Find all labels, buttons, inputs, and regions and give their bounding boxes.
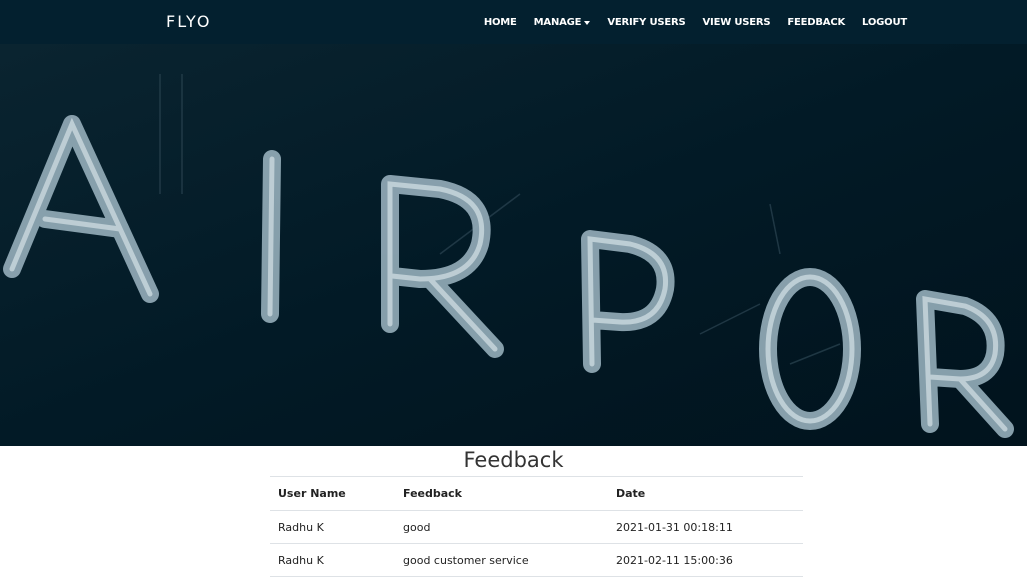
feedback-table: User Name Feedback Date Radhu K good 202… [270, 476, 803, 577]
nav-manage[interactable]: MANAGE [534, 17, 591, 28]
table-header-row: User Name Feedback Date [270, 476, 803, 511]
cell-feedback: good customer service [395, 543, 608, 577]
feedback-section: Feedback User Name Feedback Date Radhu K… [0, 446, 1027, 580]
cell-user-name: Radhu K [270, 543, 395, 577]
nav-view-users[interactable]: VIEW USERS [703, 17, 771, 28]
cell-user-name: Radhu K [270, 510, 395, 544]
airport-sign-image [0, 44, 1027, 446]
brand-logo[interactable]: FLYO [166, 12, 211, 31]
page-title: Feedback [463, 448, 564, 472]
main-nav: HOME MANAGE VERIFY USERS VIEW USERS FEED… [484, 0, 907, 44]
nav-feedback[interactable]: FEEDBACK [787, 17, 845, 28]
top-navbar: FLYO HOME MANAGE VERIFY USERS VIEW USERS… [0, 0, 1027, 45]
nav-home[interactable]: HOME [484, 17, 517, 28]
column-header-date: Date [608, 476, 803, 511]
hero-banner-image [0, 44, 1027, 446]
table-row: Radhu K good customer service 2021-02-11… [270, 543, 803, 577]
table-row: Radhu K good 2021-01-31 00:18:11 [270, 510, 803, 544]
nav-logout[interactable]: LOGOUT [862, 17, 907, 28]
chevron-down-icon [584, 20, 591, 25]
column-header-feedback: Feedback [395, 476, 608, 511]
nav-verify-users[interactable]: VERIFY USERS [607, 17, 685, 28]
cell-feedback: good [395, 510, 608, 544]
column-header-user-name: User Name [270, 476, 395, 511]
cell-date: 2021-02-11 15:00:36 [608, 543, 803, 577]
cell-date: 2021-01-31 00:18:11 [608, 510, 803, 544]
nav-manage-label: MANAGE [533, 16, 582, 28]
